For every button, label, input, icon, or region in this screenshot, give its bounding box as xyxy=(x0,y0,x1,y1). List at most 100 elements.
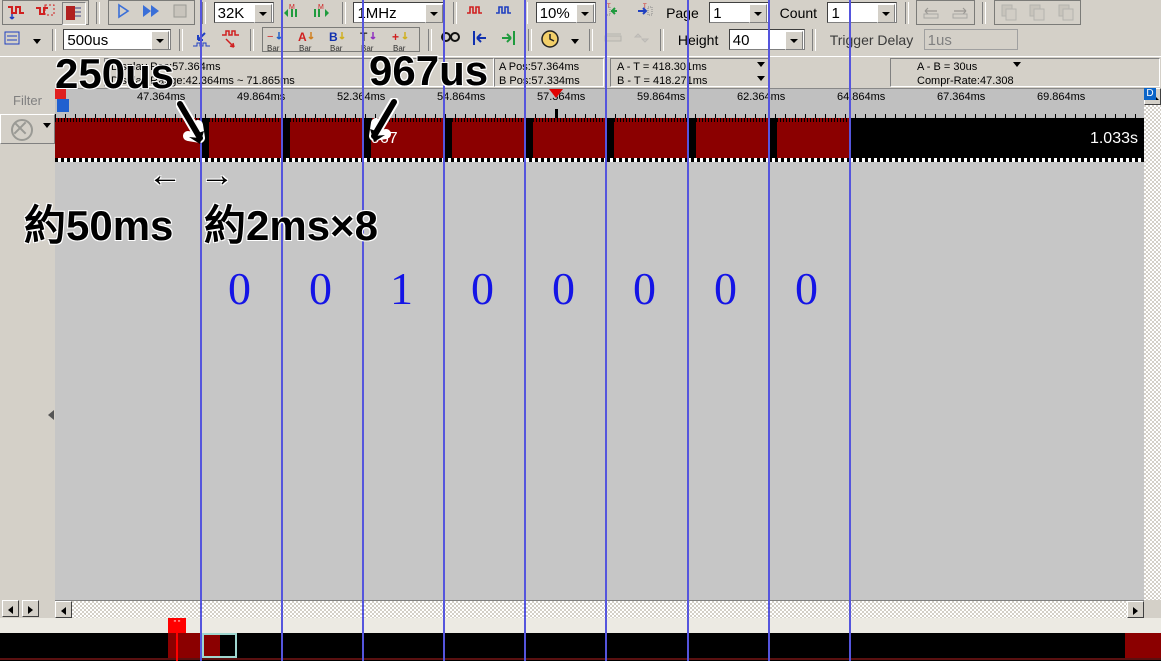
scroll-right-button[interactable] xyxy=(1127,601,1144,618)
trigger-delay-label: Trigger Delay xyxy=(829,31,914,48)
trigger-marker-icon[interactable] xyxy=(549,89,563,98)
waveform-style-blue-icon[interactable] xyxy=(493,1,517,24)
sample-rate-select[interactable]: 1MHz xyxy=(353,2,446,23)
chevron-down-icon[interactable] xyxy=(43,123,51,128)
a-minus-b-dropdown-icon[interactable] xyxy=(1013,62,1021,67)
copy-button-group xyxy=(993,0,1081,25)
no-filter-icon xyxy=(11,119,33,141)
cursor-line[interactable] xyxy=(605,0,607,661)
toolbar-separator xyxy=(660,28,665,51)
zoom-in-icon[interactable]: T xyxy=(632,1,656,24)
chevron-left-icon xyxy=(8,606,13,614)
page-select[interactable]: 1 xyxy=(709,2,770,23)
timebase-value: 500us xyxy=(67,32,109,49)
a-minus-t-text: A - T = 418.301ms xyxy=(617,61,707,73)
align-right-icon[interactable] xyxy=(948,2,972,25)
b-minus-t-dropdown-icon[interactable] xyxy=(757,76,765,81)
decoded-bit: 0 xyxy=(309,263,332,314)
svg-text:−: − xyxy=(267,31,273,43)
waveform-select-icon[interactable] xyxy=(219,28,243,51)
chevron-down-icon[interactable] xyxy=(425,4,444,23)
scroll-track-vertical[interactable] xyxy=(1144,105,1161,600)
trigger-pattern-icon[interactable] xyxy=(33,2,57,25)
decoded-bit: 0 xyxy=(552,263,575,314)
align-left-icon[interactable] xyxy=(919,2,943,25)
overview-baseline xyxy=(0,658,1161,660)
timebase-select[interactable]: 500us xyxy=(63,29,172,50)
cursor-line[interactable] xyxy=(524,0,526,661)
scroll-track[interactable] xyxy=(72,601,1127,619)
timebase-mode-icon[interactable] xyxy=(2,28,26,51)
ruler-label: 69.864ms xyxy=(1037,91,1086,103)
trigger-button-group xyxy=(2,0,89,25)
run-button-group xyxy=(107,0,195,25)
copy-icon[interactable] xyxy=(997,2,1021,25)
cursor-line[interactable] xyxy=(687,0,689,661)
duplicate-icon[interactable] xyxy=(1054,2,1078,25)
vertical-scrollbar[interactable]: D xyxy=(1144,88,1161,600)
svg-text:+: + xyxy=(392,30,399,44)
chevron-down-icon[interactable] xyxy=(749,4,768,23)
toolbar-separator xyxy=(51,28,56,51)
trigger-delay-field[interactable]: 1us xyxy=(923,29,1018,50)
toolbar-separator xyxy=(904,1,909,24)
a-bar-button[interactable]: A Bar xyxy=(296,29,323,53)
stop-icon[interactable] xyxy=(168,2,192,25)
compare-icon[interactable] xyxy=(629,28,653,51)
chevron-down-icon[interactable] xyxy=(877,4,896,23)
filter-control[interactable] xyxy=(0,114,55,144)
count-select[interactable]: 1 xyxy=(827,2,898,23)
decoded-bit: 0 xyxy=(714,263,737,314)
horizontal-scrollbar[interactable] xyxy=(55,600,1144,619)
toolbar-separator xyxy=(178,28,183,51)
trigger-falling-icon[interactable] xyxy=(5,2,29,25)
chevron-down-icon[interactable] xyxy=(151,31,170,50)
chevron-down-icon[interactable] xyxy=(784,31,803,50)
page-label: Page xyxy=(666,4,699,21)
waveform-style-red-icon[interactable] xyxy=(464,1,488,24)
timebase-dropdown-icon[interactable] xyxy=(30,28,44,51)
overview-strip[interactable] xyxy=(0,618,1161,661)
cursor-line[interactable] xyxy=(768,0,770,661)
annotation-pulse-width: 250us xyxy=(55,50,175,97)
run-icon[interactable] xyxy=(111,2,135,25)
cursor-line[interactable] xyxy=(849,0,851,661)
decoded-bit: 0 xyxy=(633,263,656,314)
capture-icon[interactable] xyxy=(61,2,86,25)
decoded-bit: 0 xyxy=(228,263,251,314)
overview-viewport-box[interactable] xyxy=(202,633,237,658)
minus-bar-button[interactable]: − Bar xyxy=(265,29,292,53)
zoom-level-select[interactable]: 10% xyxy=(535,2,596,23)
height-label: Height xyxy=(677,31,719,48)
clock-dropdown-icon[interactable] xyxy=(568,28,582,51)
b-bar-button[interactable]: B Bar xyxy=(328,29,355,53)
marker-prev-icon[interactable]: M xyxy=(282,1,306,24)
scroll-left-button[interactable] xyxy=(55,601,72,618)
height-value: 40 xyxy=(732,32,750,49)
dock-tag[interactable]: D xyxy=(1144,88,1156,100)
ruler-label: 64.864ms xyxy=(837,91,886,103)
annotation-period: 約50ms xyxy=(24,202,174,249)
marker-next-icon[interactable]: M xyxy=(311,1,335,24)
chevron-down-icon[interactable] xyxy=(253,4,272,23)
toolbar-separator xyxy=(250,28,255,51)
run-fast-icon[interactable] xyxy=(139,2,163,25)
cursor-line[interactable] xyxy=(281,0,283,661)
ruler-label: 67.364ms xyxy=(937,91,986,103)
cursor-pos-panel: A Pos:57.364ms B Pos:57.334ms xyxy=(494,58,604,87)
a-minus-t-dropdown-icon[interactable] xyxy=(757,62,765,67)
zoom-level-value: 10% xyxy=(539,5,570,22)
search-next-icon[interactable] xyxy=(496,28,520,51)
pane-resize-handle[interactable] xyxy=(48,410,54,420)
clock-icon[interactable] xyxy=(539,28,563,51)
chevron-down-icon[interactable] xyxy=(575,4,594,23)
scroll-last-button[interactable] xyxy=(22,600,39,617)
cursor-line[interactable] xyxy=(443,0,445,661)
paste-icon[interactable] xyxy=(1025,2,1049,25)
svg-text:Bar: Bar xyxy=(267,44,280,53)
buffer-size-select[interactable]: 32K xyxy=(213,2,274,23)
count-label: Count xyxy=(779,4,818,21)
scroll-first-button[interactable] xyxy=(2,600,19,617)
goto-position-icon[interactable] xyxy=(190,28,214,51)
height-select[interactable]: 40 xyxy=(728,29,805,50)
